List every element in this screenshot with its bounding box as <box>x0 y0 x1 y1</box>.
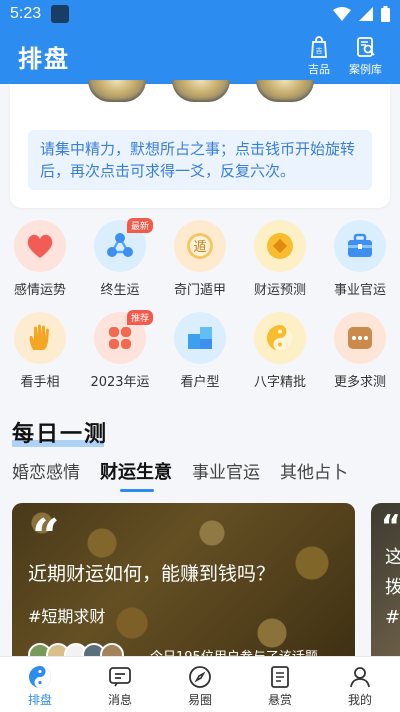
svg-text:吉: 吉 <box>316 47 323 55</box>
taiji-icon <box>29 666 51 688</box>
coin-instruction: 请集中精力，默想所占之事；点击钱币开始旋转后，再次点击可求得一爻，反复六次。 <box>28 130 372 190</box>
category-tabs: 婚恋感情 财运生意 事业官运 其他占卜 <box>12 458 348 492</box>
page-title: 排盘 <box>18 44 70 73</box>
case-library-button[interactable]: 案例库 <box>349 35 382 77</box>
tab-career[interactable]: 事业官运 <box>192 458 260 484</box>
briefcase-icon <box>348 233 372 257</box>
quote-mark-icon: “ <box>32 509 60 565</box>
notification-icon <box>51 5 70 23</box>
nav-me[interactable]: 我的 <box>330 657 390 712</box>
service-bazi[interactable]: 八字精批 <box>240 312 320 404</box>
nav-yiquan[interactable]: 易圈 <box>170 657 230 712</box>
coin-toss-panel: 请集中精力，默想所占之事；点击钱币开始旋转后，再次点击可求得一爻，反复六次。 <box>10 80 390 208</box>
topic-card-next[interactable]: “ 这 拨 # <box>371 503 400 668</box>
document-icon <box>271 666 289 688</box>
nav-messages[interactable]: 消息 <box>90 657 150 712</box>
tab-wealth[interactable]: 财运生意 <box>100 458 172 492</box>
shopping-bag-icon: 吉 <box>311 36 327 58</box>
service-lifetime[interactable]: 最新 终生运 <box>80 218 160 312</box>
new-badge: 最新 <box>127 218 154 233</box>
service-grid: 感情运势 最新 终生运 遁 奇门遁甲 财运预测 事业官运 看手相 推荐 2023… <box>0 218 400 404</box>
recommend-badge: 推荐 <box>127 310 154 325</box>
service-label: 2023年运 <box>90 375 150 390</box>
service-icon-bg: 遁 <box>174 220 226 272</box>
nav-label: 易圈 <box>187 693 212 707</box>
service-label: 八字精批 <box>253 375 306 390</box>
service-icon-bg <box>334 312 386 364</box>
tab-other[interactable]: 其他占卜 <box>280 458 348 484</box>
topic-question-partial: 这 拨 # <box>385 547 400 628</box>
message-icon <box>109 667 131 687</box>
dun-coin-icon: 遁 <box>187 233 213 259</box>
coin-3[interactable] <box>256 80 314 102</box>
service-icon-bg <box>14 220 66 272</box>
service-icon-bg <box>254 220 306 272</box>
jipin-button[interactable]: 吉 吉品 <box>307 35 331 77</box>
service-label: 事业官运 <box>333 283 386 298</box>
bottom-nav: 排盘 消息 易圈 悬赏 我的 <box>0 656 400 712</box>
service-palm[interactable]: 看手相 <box>0 312 80 404</box>
service-label: 感情运势 <box>13 283 66 298</box>
floorplan-icon <box>188 327 212 349</box>
palm-icon <box>29 324 49 350</box>
signal-icon <box>359 7 373 21</box>
app-bar: 排盘 吉 吉品 案例库 <box>0 28 400 84</box>
nav-reward[interactable]: 悬赏 <box>250 657 310 712</box>
service-label: 看手相 <box>20 375 60 390</box>
service-label: 更多求测 <box>333 375 386 390</box>
tab-love[interactable]: 婚恋感情 <box>12 458 80 484</box>
battery-icon <box>381 6 390 22</box>
nav-label: 悬赏 <box>267 693 292 707</box>
topic-card[interactable]: “ 近期财运如何，能赚到钱吗？ #短期求财 今日195位用户参与了该话题 <box>12 503 355 668</box>
coin-2[interactable] <box>172 80 230 102</box>
wifi-icon <box>333 7 351 21</box>
service-label: 奇门遁甲 <box>173 283 226 298</box>
service-wealth[interactable]: 财运预测 <box>240 220 320 312</box>
topic-tag[interactable]: #短期求财 <box>28 603 105 627</box>
service-icon-bg <box>14 312 66 364</box>
service-label: 看户型 <box>180 375 220 390</box>
service-icon-bg <box>254 312 306 364</box>
service-icon-bg <box>334 220 386 272</box>
service-more[interactable]: 更多求测 <box>320 312 400 404</box>
section-title: 每日一测 <box>12 416 108 448</box>
service-qimen[interactable]: 遁 奇门遁甲 <box>160 220 240 312</box>
nav-paipan[interactable]: 排盘 <box>10 657 70 712</box>
network-icon <box>107 233 133 257</box>
top-bar: 5:23 排盘 吉 吉品 案例库 <box>0 0 400 84</box>
service-label: 终生运 <box>100 283 140 298</box>
service-floorplan[interactable]: 看户型 <box>160 312 240 404</box>
gold-coin-icon <box>267 233 293 259</box>
nav-label: 我的 <box>347 693 372 707</box>
case-library-label: 案例库 <box>349 63 382 76</box>
coins-row <box>88 80 314 102</box>
compass-icon <box>189 666 211 688</box>
status-bar: 5:23 <box>0 0 400 28</box>
nav-label: 排盘 <box>27 693 52 707</box>
case-library-icon <box>356 37 375 57</box>
quote-mark-icon: “ <box>381 509 400 544</box>
user-icon <box>350 667 370 688</box>
flower-icon <box>109 327 131 349</box>
status-time: 5:23 <box>10 5 42 22</box>
jipin-label: 吉品 <box>308 63 330 76</box>
svg-text:遁: 遁 <box>193 240 206 255</box>
coin-1[interactable] <box>88 80 146 102</box>
service-icon-bg <box>174 312 226 364</box>
heart-icon <box>27 234 53 258</box>
more-icon <box>348 327 372 349</box>
topic-question: 近期财运如何，能赚到钱吗？ <box>28 563 276 585</box>
service-label: 财运预测 <box>253 283 306 298</box>
nav-label: 消息 <box>107 693 132 707</box>
service-love[interactable]: 感情运势 <box>0 220 80 312</box>
yinyang-icon <box>267 325 293 351</box>
service-career[interactable]: 事业官运 <box>320 220 400 312</box>
service-2023[interactable]: 推荐 2023年运 <box>80 310 160 404</box>
